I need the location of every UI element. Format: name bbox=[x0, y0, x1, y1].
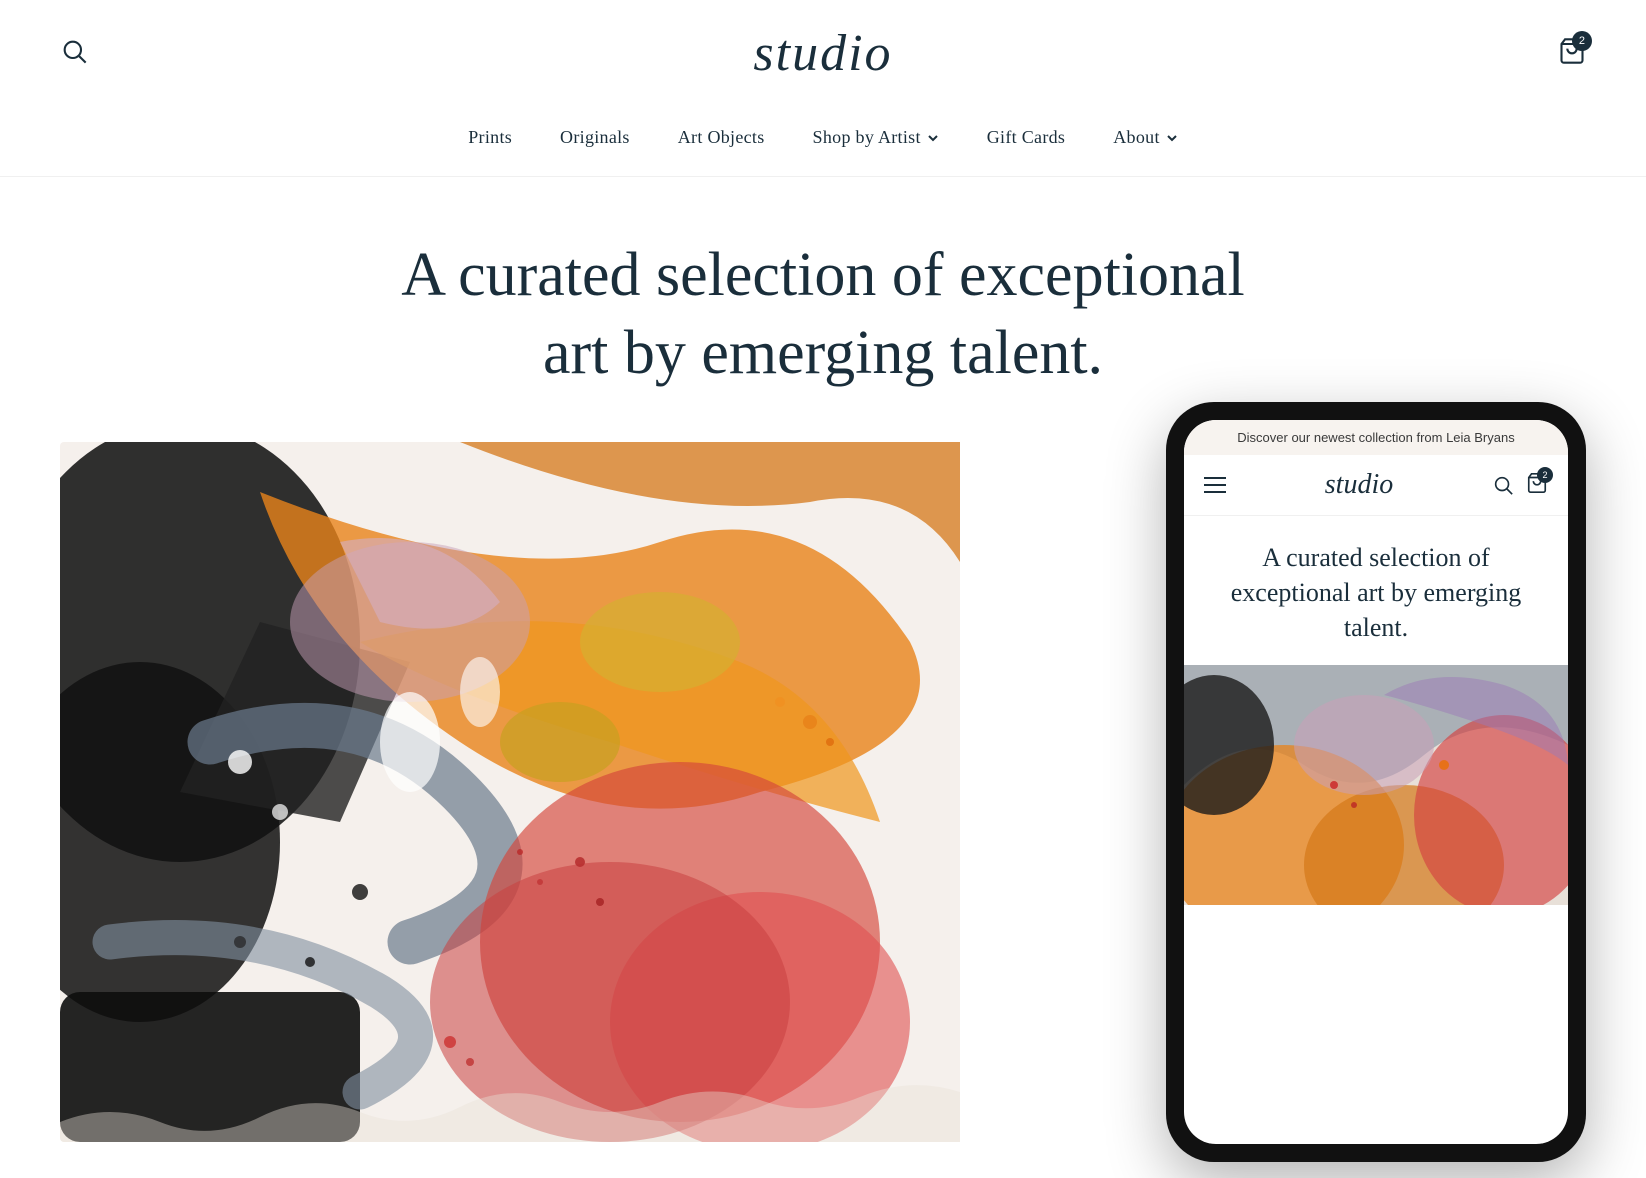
site-header: studio 2 bbox=[0, 0, 1646, 107]
chevron-down-icon-about bbox=[1166, 132, 1178, 144]
phone-announce-bar: Discover our newest collection from Leia… bbox=[1184, 420, 1568, 455]
search-button[interactable] bbox=[60, 37, 88, 70]
nav-item-art-objects[interactable]: Art Objects bbox=[678, 127, 765, 148]
chevron-down-icon bbox=[927, 132, 939, 144]
phone-frame: Discover our newest collection from Leia… bbox=[1166, 402, 1586, 1162]
nav-item-originals[interactable]: Originals bbox=[560, 127, 630, 148]
phone-art-image bbox=[1184, 665, 1568, 905]
phone-icons: 2 bbox=[1492, 472, 1548, 499]
phone-header: studio bbox=[1184, 455, 1568, 516]
phone-search-icon[interactable] bbox=[1492, 474, 1514, 496]
site-logo[interactable]: studio bbox=[753, 24, 892, 83]
nav-item-about[interactable]: About bbox=[1113, 127, 1178, 148]
phone-logo[interactable]: studio bbox=[1325, 469, 1393, 501]
nav-item-shop-by-artist[interactable]: Shop by Artist bbox=[813, 127, 939, 148]
phone-mockup: Discover our newest collection from Leia… bbox=[1166, 402, 1586, 1162]
nav-item-prints[interactable]: Prints bbox=[468, 127, 512, 148]
phone-cart-button[interactable]: 2 bbox=[1526, 472, 1548, 499]
phone-hamburger-button[interactable] bbox=[1204, 477, 1226, 493]
phone-headline: A curated selection of exceptional art b… bbox=[1184, 516, 1568, 665]
cart-button[interactable]: 2 bbox=[1558, 37, 1586, 70]
hero-art-image bbox=[60, 442, 960, 1142]
phone-cart-badge: 2 bbox=[1537, 467, 1553, 483]
hero-headline: A curated selection of exceptional art b… bbox=[373, 237, 1273, 392]
cart-badge: 2 bbox=[1572, 31, 1592, 51]
nav-item-gift-cards[interactable]: Gift Cards bbox=[987, 127, 1066, 148]
hero-section: A curated selection of exceptional art b… bbox=[0, 177, 1646, 1142]
phone-screen: Discover our newest collection from Leia… bbox=[1184, 420, 1568, 1144]
main-nav: Prints Originals Art Objects Shop by Art… bbox=[0, 107, 1646, 177]
hero-images: Discover our newest collection from Leia… bbox=[60, 442, 1586, 1142]
search-icon bbox=[60, 37, 88, 65]
